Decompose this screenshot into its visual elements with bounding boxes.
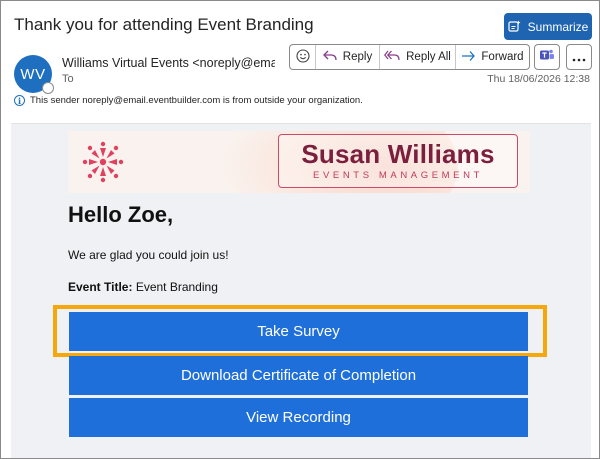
more-options-button[interactable]	[566, 44, 592, 70]
view-recording-button[interactable]: View Recording	[69, 398, 528, 437]
teams-icon	[539, 48, 555, 67]
reply-all-label: Reply All	[406, 51, 451, 63]
greeting-heading: Hello Zoe,	[68, 202, 174, 227]
brand-tagline: EVENTS MANAGEMENT	[313, 170, 483, 181]
brand-name-box: Susan Williams EVENTS MANAGEMENT	[278, 134, 518, 188]
info-icon: i	[14, 95, 25, 106]
sender-name[interactable]: Williams Virtual Events <noreply@email.e	[62, 56, 275, 70]
reply-icon	[322, 50, 337, 65]
reply-all-icon	[384, 50, 400, 65]
received-date: Thu 18/06/2026 12:38	[487, 73, 590, 85]
email-subject: Thank you for attending Event Branding	[14, 15, 314, 34]
reply-all-button[interactable]: Reply All	[380, 45, 456, 69]
summarize-label: Summarize	[527, 19, 589, 34]
summarize-icon	[508, 20, 521, 33]
reply-button[interactable]: Reply	[316, 45, 380, 69]
forward-label: Forward	[481, 51, 524, 63]
to-label: To	[62, 73, 74, 85]
event-title-line: Event Title: Event Branding	[68, 280, 218, 294]
presence-indicator	[42, 82, 54, 94]
message-actions: Reply Reply All Forward	[289, 44, 530, 70]
forward-button[interactable]: Forward	[456, 45, 529, 69]
event-title-value: Event Branding	[135, 280, 218, 294]
brand-name: Susan Williams	[301, 139, 495, 169]
more-icon	[572, 49, 586, 65]
email-reading-pane: Thank you for attending Event Branding S…	[0, 0, 600, 459]
highlight-annotation	[53, 305, 547, 357]
forward-icon	[461, 50, 476, 65]
external-notice-text: This sender noreply@email.eventbuilder.c…	[30, 95, 363, 106]
emoji-icon	[295, 48, 310, 66]
external-sender-notice: i This sender noreply@email.eventbuilder…	[14, 95, 363, 106]
brand-logo-icon	[74, 134, 132, 193]
emoji-reaction-button[interactable]	[290, 45, 316, 69]
download-certificate-button[interactable]: Download Certificate of Completion	[69, 356, 528, 395]
intro-text: We are glad you could join us!	[68, 248, 229, 262]
event-title-label: Event Title:	[68, 280, 133, 294]
summarize-button[interactable]: Summarize	[504, 13, 592, 40]
reply-label: Reply	[342, 51, 373, 63]
teams-button[interactable]	[534, 44, 560, 70]
